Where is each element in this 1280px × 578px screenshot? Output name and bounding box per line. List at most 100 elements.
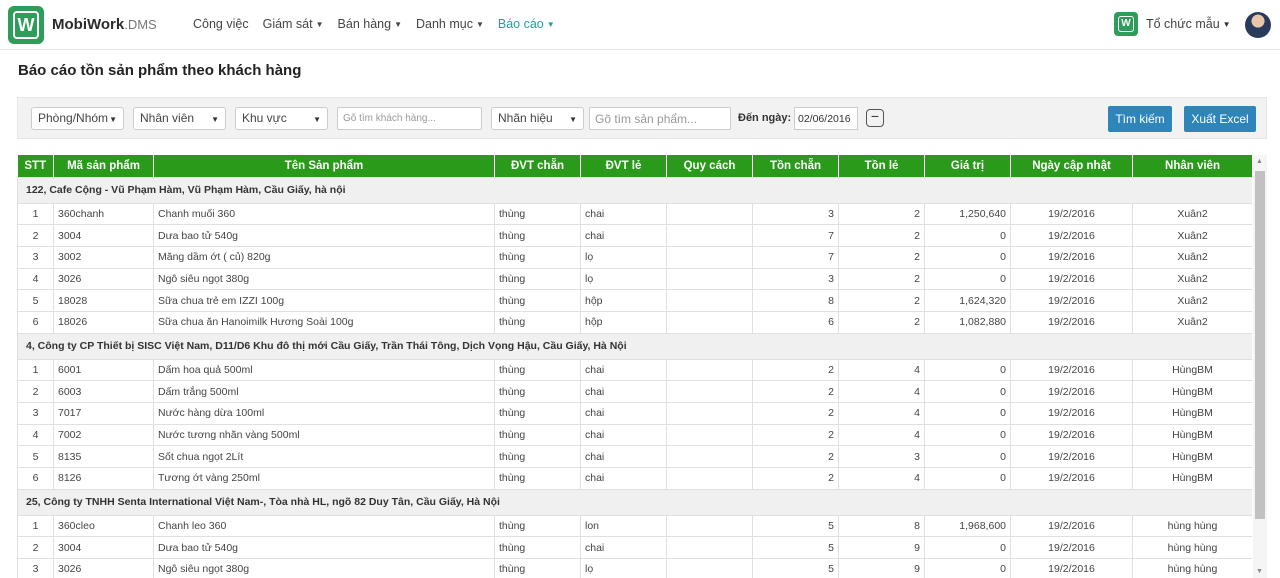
- product-search-input[interactable]: Gõ tìm sản phẩm...: [589, 107, 731, 130]
- nav-item-1[interactable]: Giám sát ▼: [263, 17, 324, 31]
- table-row[interactable]: 2 3004 Dưa bao tử 540g thùng chai 5 9 0 19/2/201…: [17, 536, 1252, 560]
- table-cell: 6: [17, 467, 54, 490]
- org-switcher[interactable]: W Tổ chức mẫu ▼: [1114, 12, 1231, 36]
- report-table: STT Mã sản phẩm Tên Sản phẩm ĐVT chẵn ĐVT lẻ…: [17, 155, 1252, 578]
- nav-item-0[interactable]: Công việc: [193, 17, 249, 31]
- table-cell: Dưa bao tử 540g: [153, 224, 495, 247]
- table-scrollbar[interactable]: ▲ ▼: [1253, 155, 1267, 578]
- table-cell: 360cleo: [53, 514, 154, 538]
- search-button[interactable]: Tìm kiếm: [1108, 106, 1172, 132]
- table-row[interactable]: 3 3026 Ngô siêu ngọt 380g thùng lọ 5 9 0 19/2/20…: [17, 558, 1252, 578]
- staff-select[interactable]: Nhân viên ▼: [133, 107, 226, 130]
- brand-name[interactable]: MobiWork.DMS: [52, 16, 157, 33]
- table-cell: 6001: [53, 358, 154, 382]
- table-cell: 19/2/2016: [1010, 445, 1133, 469]
- column-header[interactable]: Tồn lẻ: [838, 155, 925, 177]
- org-logo-letter: W: [1118, 16, 1134, 32]
- table-row[interactable]: 4 3026 Ngô siêu ngọt 380g thùng lọ 3 2 0 19/2/20…: [17, 267, 1252, 291]
- table-cell: 2: [17, 380, 54, 403]
- table-row[interactable]: 2 6003 Dấm trắng 500ml thùng chai 2 4 0 19/2/201…: [17, 380, 1252, 403]
- customer-group-title: 122, Cafe Cộng - Vũ Phạm Hàm, Vũ Phạm Hà…: [17, 176, 1252, 204]
- nav-item-4[interactable]: Báo cáo ▼: [498, 17, 555, 31]
- table-cell: thùng: [494, 402, 581, 425]
- table-row[interactable]: 6 8126 Tương ớt vàng 250ml thùng chai 2 4 0 19/2…: [17, 467, 1252, 490]
- brand-main: MobiWork: [52, 16, 125, 33]
- table-cell: 0: [924, 423, 1011, 447]
- table-cell: hùng hùng: [1132, 536, 1252, 560]
- table-cell: 9: [838, 558, 925, 578]
- table-row[interactable]: 1 360chanh Chanh muối 360 thùng chai 3 2 1,250,…: [17, 202, 1252, 226]
- table-cell: 0: [924, 245, 1011, 269]
- table-cell: hộp: [580, 289, 667, 312]
- column-header[interactable]: Quy cách: [666, 155, 753, 177]
- table-cell: [666, 380, 753, 403]
- table-cell: Sốt chua ngọt 2Lít: [153, 445, 495, 469]
- table-cell: 2: [752, 402, 839, 425]
- table-cell: 4: [838, 358, 925, 382]
- org-name: Tổ chức mẫu: [1146, 17, 1220, 31]
- column-header[interactable]: ĐVT lẻ: [580, 155, 667, 177]
- date-input[interactable]: 02/06/2016: [794, 107, 858, 130]
- table-cell: 19/2/2016: [1010, 358, 1133, 382]
- logo-letter: W: [13, 11, 39, 39]
- column-header[interactable]: Nhân viên: [1132, 155, 1252, 177]
- scroll-down-icon[interactable]: ▼: [1256, 568, 1263, 575]
- table-cell: 19/2/2016: [1010, 202, 1133, 226]
- app-logo[interactable]: W: [8, 6, 44, 44]
- table-cell: 4: [838, 402, 925, 425]
- column-header[interactable]: Mã sản phẩm: [53, 155, 154, 177]
- scrollbar-thumb[interactable]: [1255, 171, 1265, 519]
- avatar[interactable]: [1245, 12, 1271, 38]
- table-cell: 0: [924, 402, 1011, 425]
- scroll-up-icon[interactable]: ▲: [1256, 158, 1263, 165]
- table-cell: Ngô siêu ngọt 380g: [153, 267, 495, 291]
- table-cell: 3002: [53, 245, 154, 269]
- department-select[interactable]: Phòng/Nhóm ▼: [31, 107, 124, 130]
- table-cell: 8: [752, 289, 839, 312]
- brand-select[interactable]: Nhãn hiệu ▼: [491, 107, 584, 130]
- nav-item-label: Giám sát: [262, 17, 313, 31]
- table-cell: 5: [752, 514, 839, 538]
- table-cell: 360chanh: [53, 202, 154, 226]
- table-row[interactable]: 6 18026 Sữa chua ăn Hanoimilk Hương Soài 1…: [17, 310, 1252, 334]
- table-row[interactable]: 2 3004 Dưa bao tử 540g thùng chai 7 2 0 19/2/201…: [17, 224, 1252, 247]
- customer-search-input[interactable]: Gõ tìm khách hàng...: [337, 107, 482, 130]
- table-cell: thùng: [494, 423, 581, 447]
- column-header[interactable]: Tồn chẵn: [752, 155, 839, 177]
- table-cell: [666, 402, 753, 425]
- table-cell: 3004: [53, 224, 154, 247]
- column-header[interactable]: STT: [17, 155, 54, 177]
- table-row[interactable]: 1 6001 Dấm hoa quả 500ml thùng chai 2 4 0 19/2/2…: [17, 358, 1252, 382]
- region-select[interactable]: Khu vực ▼: [235, 107, 328, 130]
- column-header[interactable]: Giá trị: [924, 155, 1011, 177]
- nav-item-3[interactable]: Danh mục ▼: [416, 17, 484, 31]
- table-cell: 2: [838, 289, 925, 312]
- table-cell: [666, 202, 753, 226]
- table-cell: 5: [752, 536, 839, 560]
- table-cell: hộp: [580, 310, 667, 334]
- customer-group-row: 25, Công ty TNHH Senta International Việ…: [17, 488, 1252, 516]
- table-cell: Xuân2: [1132, 267, 1252, 291]
- table-cell: 18028: [53, 289, 154, 312]
- column-header[interactable]: ĐVT chẵn: [494, 155, 581, 177]
- export-excel-button[interactable]: Xuất Excel: [1184, 106, 1256, 132]
- table-row[interactable]: 1 360cleo Chanh leo 360 thùng lon 5 8 1,968,600…: [17, 514, 1252, 538]
- table-row[interactable]: 3 7017 Nước hàng dừa 100ml thùng chai 2 4 0 19/2…: [17, 402, 1252, 425]
- table-row[interactable]: 5 18028 Sữa chua trẻ em IZZI 100g thùng hộp 8…: [17, 289, 1252, 312]
- column-header[interactable]: Ngày cập nhật: [1010, 155, 1133, 177]
- table-cell: 3: [752, 267, 839, 291]
- table-cell: 2: [838, 245, 925, 269]
- nav-item-2[interactable]: Bán hàng ▼: [338, 17, 402, 31]
- table-cell: [666, 289, 753, 312]
- table-cell: 2: [17, 224, 54, 247]
- table-cell: Ngô siêu ngọt 380g: [153, 558, 495, 578]
- table-row[interactable]: 5 8135 Sốt chua ngọt 2Lít thùng chai 2 3 0 19/2/…: [17, 445, 1252, 469]
- region-select-value: Khu vực: [242, 111, 287, 125]
- table-cell: [666, 514, 753, 538]
- table-cell: 1,968,600: [924, 514, 1011, 538]
- table-row[interactable]: 3 3002 Măng dầm ớt ( củ) 820g thùng lọ 7 2 0 19/…: [17, 245, 1252, 269]
- minus-icon[interactable]: −: [866, 109, 884, 127]
- table-row[interactable]: 4 7002 Nước tương nhãn vàng 500ml thùng chai…: [17, 423, 1252, 447]
- column-header[interactable]: Tên Sản phẩm: [153, 155, 495, 177]
- table-cell: lọ: [580, 245, 667, 269]
